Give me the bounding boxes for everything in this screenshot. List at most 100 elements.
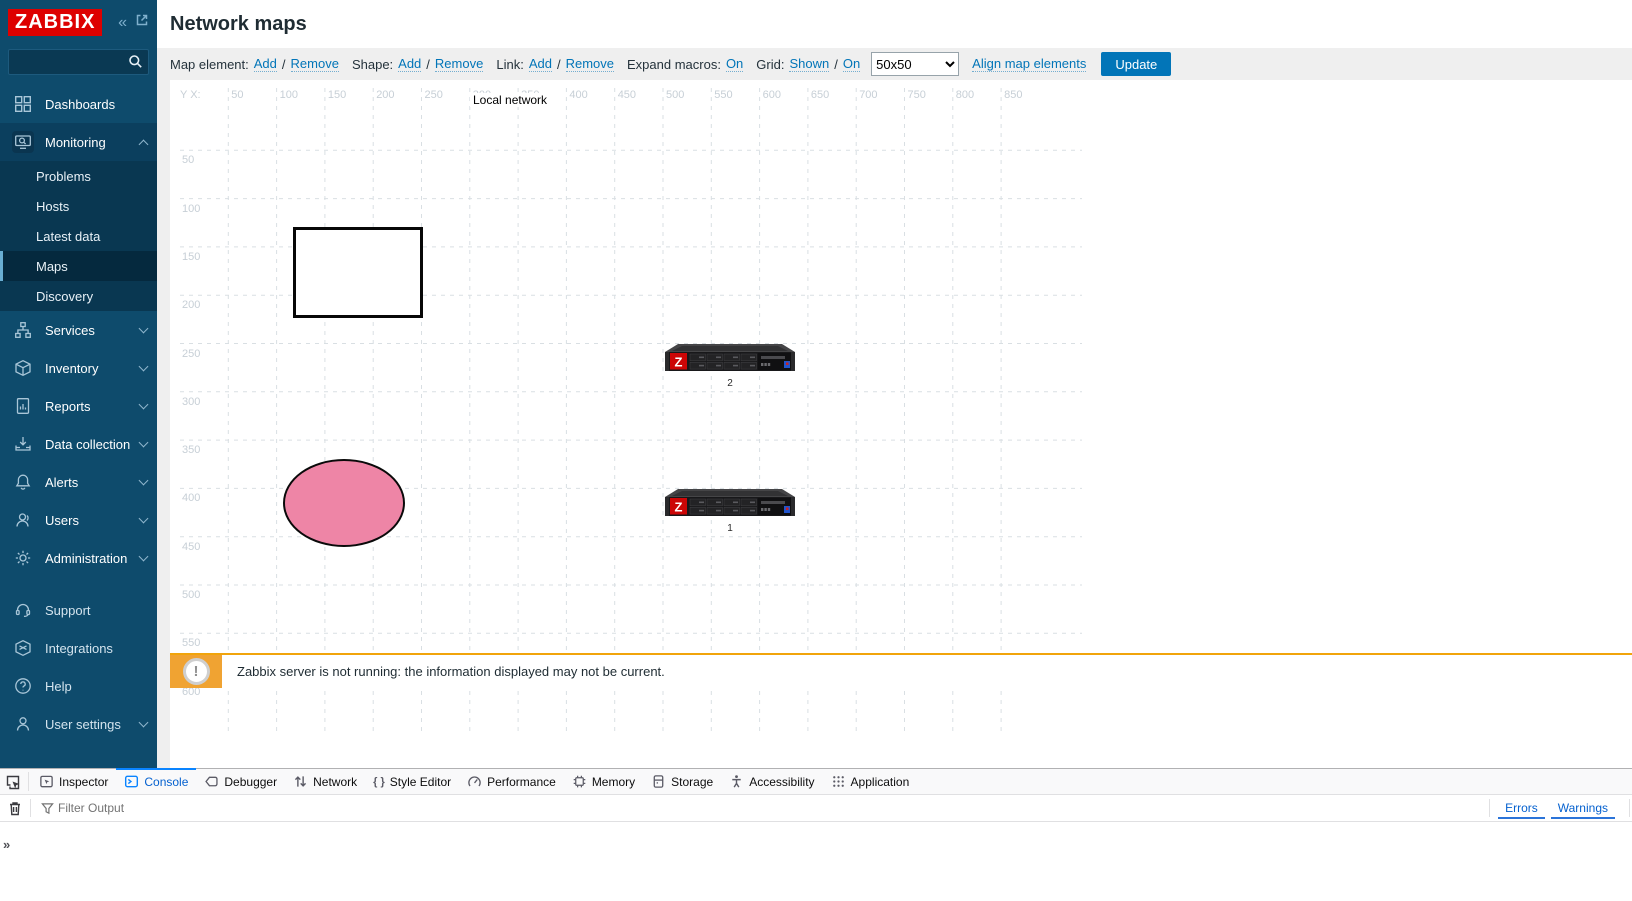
sidebar-item-help[interactable]: Help (0, 667, 157, 705)
link-remove-link[interactable]: Remove (565, 56, 614, 72)
ruler-tick-label: 200 (376, 89, 395, 101)
submenu-label: Latest data (36, 228, 101, 244)
application-icon (831, 774, 846, 789)
sidebar-item-hosts[interactable]: Hosts (0, 191, 157, 221)
slash: / (834, 56, 838, 72)
submenu-label: Maps (36, 258, 68, 274)
map-element-label: 1 (727, 523, 733, 534)
ruler-tick-label: 150 (327, 89, 347, 101)
user-settings-icon (12, 713, 34, 735)
shape-add-link[interactable]: Add (398, 56, 422, 72)
tab-debugger[interactable]: Debugger (196, 769, 285, 794)
sidebar-item-user-settings[interactable]: User settings (0, 705, 157, 743)
sidebar-item-latest-data[interactable]: Latest data (0, 221, 157, 251)
sidebar-item-data-collection[interactable]: Data collection (0, 425, 157, 463)
tab-performance[interactable]: Performance (459, 769, 564, 794)
rack-server-icon: Z (665, 344, 795, 371)
link-add-link[interactable]: Add (528, 56, 552, 72)
warnings-filter-button[interactable]: Warnings (1550, 798, 1615, 819)
tab-network[interactable]: Network (285, 769, 365, 794)
submenu-label: Hosts (36, 198, 70, 214)
sidebar-item-label: Inventory (45, 360, 99, 376)
sidebar-item-inventory[interactable]: Inventory (0, 349, 157, 387)
ruler-tick-label: 100 (182, 202, 201, 215)
page-header: Network maps (157, 0, 1632, 48)
sidebar-item-administration[interactable]: Administration (0, 539, 157, 577)
tab-inspector[interactable]: Inspector (31, 769, 116, 794)
map-shape-ellipse[interactable] (283, 459, 405, 547)
ruler-tick-label: 250 (424, 89, 443, 101)
slash: / (281, 56, 286, 72)
inspector-icon (39, 774, 54, 789)
tab-console[interactable]: Console (116, 768, 197, 794)
tab-style-editor[interactable]: { } Style Editor (365, 769, 459, 794)
sidebar-item-dashboards[interactable]: Dashboards (0, 85, 157, 123)
devtools-panel: Inspector Console Debugger Network { } S… (0, 768, 1632, 901)
expand-macros-toggle-link[interactable]: On (725, 56, 744, 72)
undock-sidebar-icon[interactable] (135, 13, 149, 32)
map-element-host-1[interactable]: Z 1 (665, 488, 795, 534)
shape-remove-link[interactable]: Remove (434, 56, 484, 72)
server-warning-banner: ! Zabbix server is not running: the info… (170, 653, 1632, 688)
separator (1489, 799, 1491, 817)
devtools-tabbar: Inspector Console Debugger Network { } S… (0, 768, 1632, 795)
map-canvas[interactable]: Y X: Local network Z 2 Z 1 50 100 150 20… (170, 80, 1632, 733)
sidebar-item-label: Help (45, 678, 72, 694)
filter-output-input[interactable] (58, 801, 1482, 815)
sidebar-item-label: Support (45, 602, 91, 618)
grid-shown-link[interactable]: Shown (789, 56, 830, 72)
chevron-down-icon (138, 475, 149, 486)
grid-label: Grid: (756, 56, 785, 72)
sidebar-item-label: Data collection (45, 436, 131, 452)
users-icon (12, 509, 34, 531)
tab-storage[interactable]: Storage (643, 769, 721, 794)
clear-console-button[interactable] (2, 801, 28, 816)
sidebar-item-monitoring[interactable]: Monitoring (0, 123, 157, 161)
sidebar-item-services[interactable]: Services (0, 311, 157, 349)
align-map-elements-link[interactable]: Align map elements (972, 56, 1087, 72)
sidebar-item-users[interactable]: Users (0, 501, 157, 539)
sidebar-item-reports[interactable]: Reports (0, 387, 157, 425)
ruler-tick-label: 650 (810, 89, 830, 101)
logo-row: ZABBIX « (0, 0, 157, 45)
ruler-tick-label: 500 (666, 89, 685, 101)
ruler-tick-label: 50 (231, 89, 244, 101)
ruler-tick-label: 450 (182, 540, 201, 553)
storage-icon (651, 774, 666, 789)
chevron-down-icon (138, 437, 149, 448)
tab-application[interactable]: Application (823, 769, 918, 794)
ruler-tick-label: 350 (182, 444, 201, 457)
chevron-down-icon (138, 361, 149, 372)
screen: ZABBIX « Dashboards Monitoring Problems … (0, 0, 1632, 901)
tab-label: Accessibility (749, 774, 815, 789)
sidebar-item-support[interactable]: Support (0, 591, 157, 629)
svg-text:Z: Z (675, 500, 683, 515)
console-prompt-glyph: » (3, 837, 11, 852)
sidebar-item-alerts[interactable]: Alerts (0, 463, 157, 501)
network-icon (293, 774, 308, 789)
debugger-icon (204, 774, 219, 789)
sidebar: ZABBIX « Dashboards Monitoring Problems … (0, 0, 157, 768)
sidebar-item-label: Monitoring (45, 134, 106, 150)
sidebar-item-label: User settings (45, 716, 121, 732)
map-element-host-2[interactable]: Z 2 (665, 343, 795, 389)
collapse-sidebar-icon[interactable]: « (118, 14, 127, 32)
map-shape-rectangle[interactable] (293, 227, 423, 318)
chevron-down-icon (138, 513, 149, 524)
sidebar-item-discovery[interactable]: Discovery (0, 281, 157, 311)
grid-size-select[interactable]: 50x50 (871, 52, 960, 76)
administration-icon (12, 547, 34, 569)
update-button[interactable]: Update (1101, 52, 1172, 76)
errors-filter-button[interactable]: Errors (1498, 798, 1545, 819)
chevron-down-icon (138, 399, 149, 410)
sidebar-item-maps[interactable]: Maps (0, 251, 157, 281)
map-element-add-link[interactable]: Add (253, 56, 277, 72)
pick-element-button[interactable] (0, 769, 26, 794)
tab-memory[interactable]: Memory (564, 769, 643, 794)
grid-snap-link[interactable]: On (842, 56, 861, 72)
map-element-remove-link[interactable]: Remove (290, 56, 339, 72)
sidebar-item-problems[interactable]: Problems (0, 161, 157, 191)
tab-accessibility[interactable]: Accessibility (721, 769, 822, 794)
sidebar-item-integrations[interactable]: Integrations (0, 629, 157, 667)
console-input-line[interactable]: » (0, 835, 1632, 852)
